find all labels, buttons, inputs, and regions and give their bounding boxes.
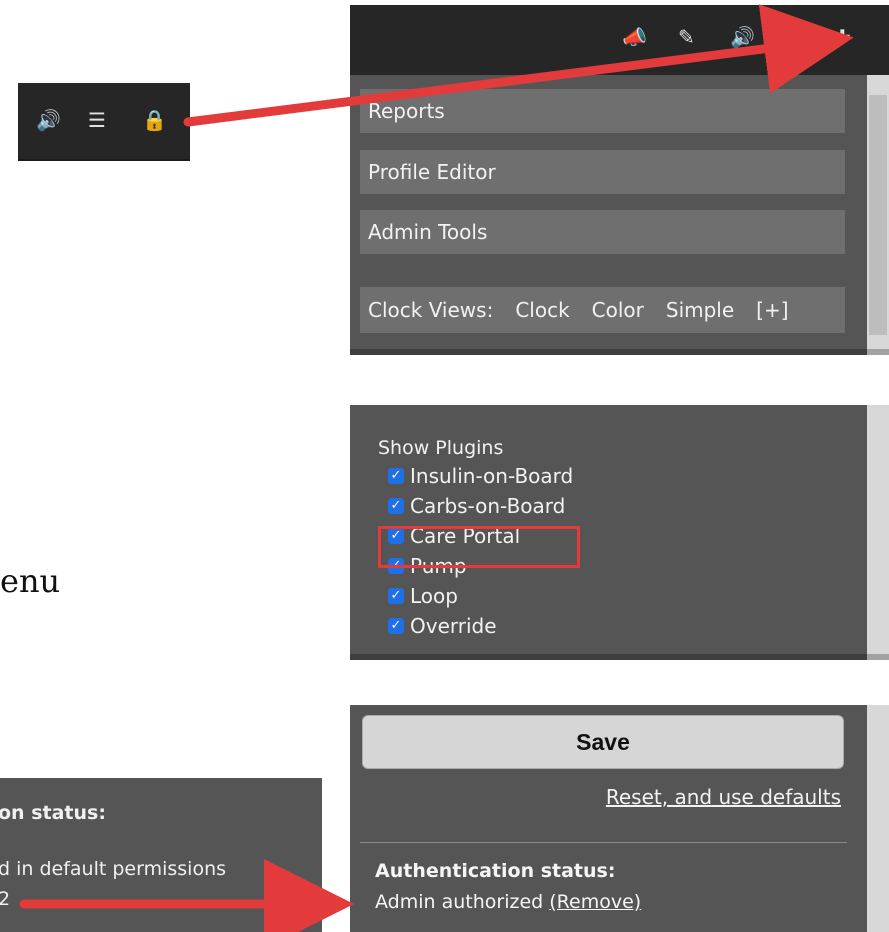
arrow-to-plus-icon (183, 4, 854, 127)
annotation-arrows (19, 4, 854, 932)
